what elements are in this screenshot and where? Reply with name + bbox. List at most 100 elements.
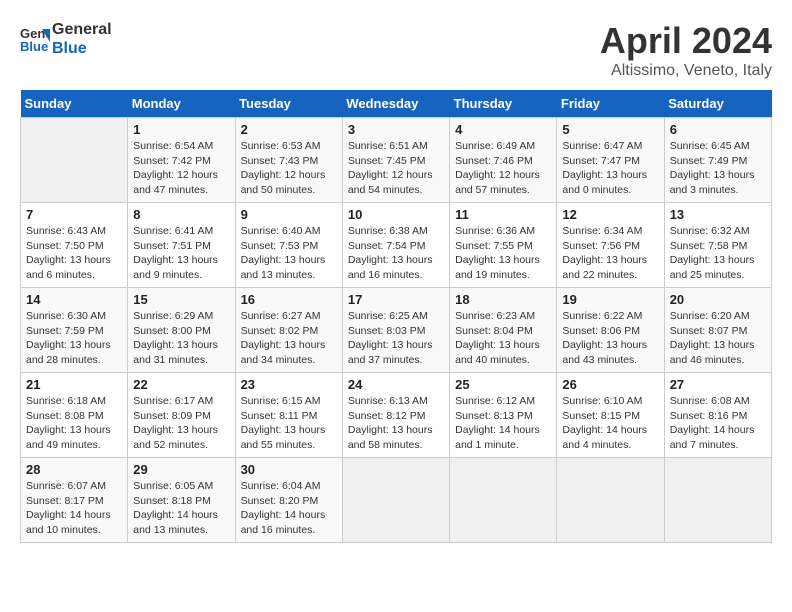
calendar-cell: 27Sunrise: 6:08 AM Sunset: 8:16 PM Dayli…: [664, 373, 771, 458]
day-number: 29: [133, 462, 229, 477]
day-number: 8: [133, 207, 229, 222]
calendar-cell: 13 Sunrise: 6:32 AM Sunset: 7:58 PM Dayli…: [664, 203, 771, 288]
day-info: Sunrise: 6:12 AM Sunset: 8:13 PM Dayligh…: [455, 394, 551, 453]
weekday-header-tuesday: Tuesday: [235, 90, 342, 118]
day-info: Sunrise: 6:47 AM Sunset: 7:47 PM Dayligh…: [562, 139, 658, 198]
calendar-cell: 23Sunrise: 6:15 AM Sunset: 8:11 PM Dayli…: [235, 373, 342, 458]
day-number: 1: [133, 122, 229, 137]
day-number: 11: [455, 207, 551, 222]
day-number: 25: [455, 377, 551, 392]
calendar-cell: 29Sunrise: 6:05 AM Sunset: 8:18 PM Dayli…: [128, 458, 235, 543]
day-info: Sunrise: 6:38 AM Sunset: 7:54 PM Dayligh…: [348, 224, 444, 283]
calendar-cell: 22Sunrise: 6:17 AM Sunset: 8:09 PM Dayli…: [128, 373, 235, 458]
calendar-cell: 1 Sunrise: 6:54 AM Sunset: 7:42 PM Daylig…: [128, 118, 235, 203]
calendar-cell: [557, 458, 664, 543]
weekday-header-saturday: Saturday: [664, 90, 771, 118]
day-info: Sunrise: 6:27 AM Sunset: 8:02 PM Dayligh…: [241, 309, 337, 368]
day-number: 4: [455, 122, 551, 137]
day-info: Sunrise: 6:45 AM Sunset: 7:49 PM Dayligh…: [670, 139, 766, 198]
day-number: 24: [348, 377, 444, 392]
day-number: 27: [670, 377, 766, 392]
calendar-week-2: 7Sunrise: 6:43 AM Sunset: 7:50 PM Daylig…: [21, 203, 772, 288]
day-number: 18: [455, 292, 551, 307]
calendar-cell: 7Sunrise: 6:43 AM Sunset: 7:50 PM Daylig…: [21, 203, 128, 288]
calendar-cell: 8 Sunrise: 6:41 AM Sunset: 7:51 PM Daylig…: [128, 203, 235, 288]
month-title: April 2024: [600, 20, 772, 62]
day-info: Sunrise: 6:23 AM Sunset: 8:04 PM Dayligh…: [455, 309, 551, 368]
calendar-week-5: 28Sunrise: 6:07 AM Sunset: 8:17 PM Dayli…: [21, 458, 772, 543]
calendar-cell: 10 Sunrise: 6:38 AM Sunset: 7:54 PM Dayli…: [342, 203, 449, 288]
day-info: Sunrise: 6:34 AM Sunset: 7:56 PM Dayligh…: [562, 224, 658, 283]
calendar-cell: 26 Sunrise: 6:10 AM Sunset: 8:15 PM Dayli…: [557, 373, 664, 458]
weekday-header-friday: Friday: [557, 90, 664, 118]
day-number: 13: [670, 207, 766, 222]
day-number: 19: [562, 292, 658, 307]
calendar-cell: 12 Sunrise: 6:34 AM Sunset: 7:56 PM Dayli…: [557, 203, 664, 288]
day-info: Sunrise: 6:10 AM Sunset: 8:15 PM Dayligh…: [562, 394, 658, 453]
day-number: 30: [241, 462, 337, 477]
day-info: Sunrise: 6:54 AM Sunset: 7:42 PM Dayligh…: [133, 139, 229, 198]
calendar-cell: 5 Sunrise: 6:47 AM Sunset: 7:47 PM Daylig…: [557, 118, 664, 203]
title-area: April 2024 Altissimo, Veneto, Italy: [600, 20, 772, 80]
calendar-cell: 17Sunrise: 6:25 AM Sunset: 8:03 PM Dayli…: [342, 288, 449, 373]
day-number: 22: [133, 377, 229, 392]
day-number: 16: [241, 292, 337, 307]
day-number: 12: [562, 207, 658, 222]
day-number: 3: [348, 122, 444, 137]
day-number: 2: [241, 122, 337, 137]
day-info: Sunrise: 6:07 AM Sunset: 8:17 PM Dayligh…: [26, 479, 122, 538]
day-number: 14: [26, 292, 122, 307]
calendar-cell: [21, 118, 128, 203]
calendar-cell: 21 Sunrise: 6:18 AM Sunset: 8:08 PM Dayli…: [21, 373, 128, 458]
calendar-week-3: 14 Sunrise: 6:30 AM Sunset: 7:59 PM Dayli…: [21, 288, 772, 373]
calendar-cell: 30 Sunrise: 6:04 AM Sunset: 8:20 PM Dayli…: [235, 458, 342, 543]
calendar-cell: 14 Sunrise: 6:30 AM Sunset: 7:59 PM Dayli…: [21, 288, 128, 373]
day-info: Sunrise: 6:22 AM Sunset: 8:06 PM Dayligh…: [562, 309, 658, 368]
calendar-cell: 6 Sunrise: 6:45 AM Sunset: 7:49 PM Daylig…: [664, 118, 771, 203]
day-number: 5: [562, 122, 658, 137]
weekday-header-sunday: Sunday: [21, 90, 128, 118]
weekday-header-wednesday: Wednesday: [342, 90, 449, 118]
calendar-cell: 3 Sunrise: 6:51 AM Sunset: 7:45 PM Daylig…: [342, 118, 449, 203]
day-number: 17: [348, 292, 444, 307]
day-number: 7: [26, 207, 122, 222]
day-info: Sunrise: 6:30 AM Sunset: 7:59 PM Dayligh…: [26, 309, 122, 368]
logo-line2: Blue: [52, 39, 112, 58]
day-info: Sunrise: 6:04 AM Sunset: 8:20 PM Dayligh…: [241, 479, 337, 538]
day-number: 21: [26, 377, 122, 392]
day-number: 15: [133, 292, 229, 307]
calendar-cell: [664, 458, 771, 543]
day-number: 23: [241, 377, 337, 392]
day-info: Sunrise: 6:51 AM Sunset: 7:45 PM Dayligh…: [348, 139, 444, 198]
day-number: 6: [670, 122, 766, 137]
logo-line1: General: [52, 20, 112, 39]
calendar-body: 1 Sunrise: 6:54 AM Sunset: 7:42 PM Daylig…: [21, 118, 772, 543]
calendar-cell: [342, 458, 449, 543]
calendar-cell: 18 Sunrise: 6:23 AM Sunset: 8:04 PM Dayli…: [450, 288, 557, 373]
day-number: 10: [348, 207, 444, 222]
calendar-cell: 16 Sunrise: 6:27 AM Sunset: 8:02 PM Dayli…: [235, 288, 342, 373]
day-number: 26: [562, 377, 658, 392]
day-number: 20: [670, 292, 766, 307]
calendar-cell: 25 Sunrise: 6:12 AM Sunset: 8:13 PM Dayli…: [450, 373, 557, 458]
calendar-week-1: 1 Sunrise: 6:54 AM Sunset: 7:42 PM Daylig…: [21, 118, 772, 203]
header: General Blue General Blue April 2024 Alt…: [20, 20, 772, 80]
day-info: Sunrise: 6:29 AM Sunset: 8:00 PM Dayligh…: [133, 309, 229, 368]
day-info: Sunrise: 6:41 AM Sunset: 7:51 PM Dayligh…: [133, 224, 229, 283]
weekday-header-monday: Monday: [128, 90, 235, 118]
day-info: Sunrise: 6:20 AM Sunset: 8:07 PM Dayligh…: [670, 309, 766, 368]
day-info: Sunrise: 6:18 AM Sunset: 8:08 PM Dayligh…: [26, 394, 122, 453]
calendar-cell: 20 Sunrise: 6:20 AM Sunset: 8:07 PM Dayli…: [664, 288, 771, 373]
day-number: 9: [241, 207, 337, 222]
calendar-cell: 11Sunrise: 6:36 AM Sunset: 7:55 PM Dayli…: [450, 203, 557, 288]
location-title: Altissimo, Veneto, Italy: [600, 62, 772, 80]
calendar-header-row: SundayMondayTuesdayWednesdayThursdayFrid…: [21, 90, 772, 118]
day-info: Sunrise: 6:40 AM Sunset: 7:53 PM Dayligh…: [241, 224, 337, 283]
day-info: Sunrise: 6:49 AM Sunset: 7:46 PM Dayligh…: [455, 139, 551, 198]
calendar-week-4: 21 Sunrise: 6:18 AM Sunset: 8:08 PM Dayli…: [21, 373, 772, 458]
day-info: Sunrise: 6:32 AM Sunset: 7:58 PM Dayligh…: [670, 224, 766, 283]
calendar-cell: [450, 458, 557, 543]
calendar-cell: 2Sunrise: 6:53 AM Sunset: 7:43 PM Daylig…: [235, 118, 342, 203]
calendar-table: SundayMondayTuesdayWednesdayThursdayFrid…: [20, 90, 772, 543]
weekday-header-thursday: Thursday: [450, 90, 557, 118]
